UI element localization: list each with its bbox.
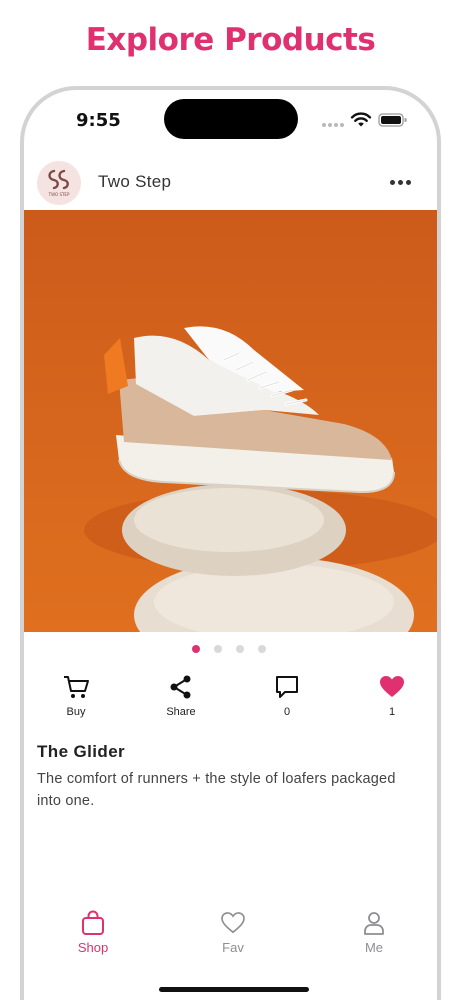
like-button[interactable]: 1 [357, 672, 427, 718]
carousel-dot[interactable] [236, 645, 244, 653]
comment-button[interactable]: 0 [252, 672, 322, 718]
carousel-dots[interactable] [192, 645, 266, 653]
tab-shop[interactable]: Shop [53, 908, 133, 955]
tab-fav-label: Fav [222, 940, 244, 955]
brand-avatar[interactable]: TWO STEP [37, 161, 81, 205]
svg-text:TWO STEP: TWO STEP [48, 192, 70, 197]
like-count: 1 [388, 706, 396, 718]
wifi-icon [350, 112, 372, 127]
buy-button[interactable]: Buy [41, 672, 111, 718]
action-row: Buy Share 0 1 [24, 672, 437, 728]
carousel-dot[interactable] [214, 645, 222, 653]
product-title: The Glider [37, 742, 126, 761]
share-label: Share [166, 706, 196, 718]
product-description: The comfort of runners + the style of lo… [37, 771, 396, 809]
carousel-dot[interactable] [192, 645, 200, 653]
comment-count: 0 [283, 706, 291, 718]
share-button[interactable]: Share [146, 672, 216, 718]
cart-icon [64, 676, 89, 698]
signal-dots-icon [322, 123, 344, 127]
status-time: 9:55 [76, 110, 121, 131]
tab-me-label: Me [364, 940, 384, 955]
battery-icon [378, 113, 407, 127]
tab-me[interactable]: Me [334, 908, 414, 955]
more-dots-icon[interactable] [390, 180, 411, 185]
post-header: TWO STEP Two Step [24, 158, 437, 210]
tab-fav[interactable]: Fav [193, 908, 273, 955]
share-icon [170, 675, 191, 699]
home-indicator[interactable] [159, 987, 309, 992]
tab-bar: Shop Fav Me [24, 908, 437, 978]
person-icon [364, 912, 384, 935]
shopping-bag-icon [82, 910, 104, 935]
brand-name[interactable]: Two Step [98, 172, 171, 192]
dynamic-island [164, 99, 298, 139]
buy-label: Buy [66, 706, 86, 718]
tab-shop-label: Shop [77, 940, 109, 955]
brand-logo-icon: TWO STEP [48, 169, 70, 197]
page-headline: Explore Products [85, 22, 376, 58]
product-image[interactable] [24, 210, 437, 632]
comment-icon [276, 676, 298, 698]
heart-icon [380, 676, 404, 697]
phone-frame: 9:55 TWO STEP Two Step Buy Share 0 1 The… [20, 86, 441, 1000]
carousel-dot[interactable] [258, 645, 266, 653]
sneaker-illustration [24, 210, 437, 632]
heart-outline-icon [221, 912, 245, 934]
